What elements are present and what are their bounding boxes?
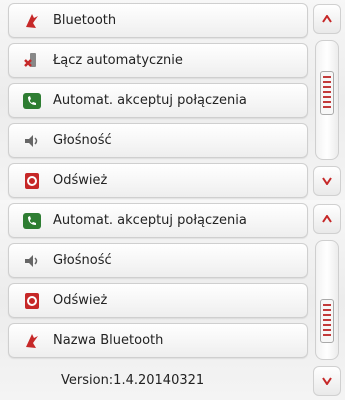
scrollbar[interactable]: [313, 4, 341, 196]
accept-call-icon: [21, 90, 43, 112]
auto-connect-icon: [21, 50, 43, 72]
menu-item-bluetooth[interactable]: Bluetooth: [8, 3, 308, 38]
menu-item-volume[interactable]: Głośność: [8, 243, 308, 278]
chevron-up-icon: [322, 215, 332, 223]
scroll-track[interactable]: [315, 240, 339, 360]
scroll-up-button[interactable]: [313, 204, 341, 234]
bluetooth-name-icon: [21, 330, 43, 352]
scroll-thumb[interactable]: [320, 71, 334, 115]
menu-item-label: Głośność: [53, 253, 112, 268]
menu-item-volume[interactable]: Głośność: [8, 123, 308, 158]
menu-item-label: Automat. akceptuj połączenia: [53, 213, 247, 228]
volume-icon: [21, 130, 43, 152]
chevron-down-icon: [322, 377, 332, 385]
scrollbar[interactable]: [313, 204, 341, 396]
menu-item-label: Automat. akceptuj połączenia: [53, 93, 247, 108]
scroll-down-button[interactable]: [313, 366, 341, 396]
version-row: Version:1.4.20140321: [8, 363, 308, 398]
volume-icon: [21, 250, 43, 272]
menu-item-label: Bluetooth: [53, 13, 117, 28]
chevron-down-icon: [322, 177, 332, 185]
menu-item-auto-connect[interactable]: Łącz automatycznie: [8, 43, 308, 78]
refresh-icon: [21, 170, 43, 192]
bluetooth-icon: [21, 10, 43, 32]
chevron-up-icon: [322, 15, 332, 23]
menu-item-label: Odśwież: [53, 173, 108, 188]
scroll-track[interactable]: [315, 40, 339, 160]
version-text: Version:1.4.20140321: [61, 373, 205, 388]
scroll-thumb[interactable]: [320, 299, 334, 343]
scroll-up-button[interactable]: [313, 4, 341, 34]
menu-item-refresh[interactable]: Odśwież: [8, 163, 308, 198]
scroll-down-button[interactable]: [313, 166, 341, 196]
refresh-icon: [21, 290, 43, 312]
settings-screen-2: Automat. akceptuj połączenia Głośność Od…: [0, 200, 345, 400]
menu-item-auto-accept[interactable]: Automat. akceptuj połączenia: [8, 83, 308, 118]
settings-screen-1: Bluetooth Łącz automatycznie Automat. ak…: [0, 0, 345, 200]
menu-list: Bluetooth Łącz automatycznie Automat. ak…: [8, 3, 308, 200]
menu-item-refresh[interactable]: Odśwież: [8, 283, 308, 318]
menu-item-label: Nazwa Bluetooth: [53, 333, 164, 348]
menu-item-label: Odśwież: [53, 293, 108, 308]
menu-item-auto-accept[interactable]: Automat. akceptuj połączenia: [8, 203, 308, 238]
menu-item-label: Głośność: [53, 133, 112, 148]
accept-call-icon: [21, 210, 43, 232]
menu-item-label: Łącz automatycznie: [53, 53, 183, 68]
menu-item-bluetooth-name[interactable]: Nazwa Bluetooth: [8, 323, 308, 358]
menu-list: Automat. akceptuj połączenia Głośność Od…: [8, 203, 308, 400]
